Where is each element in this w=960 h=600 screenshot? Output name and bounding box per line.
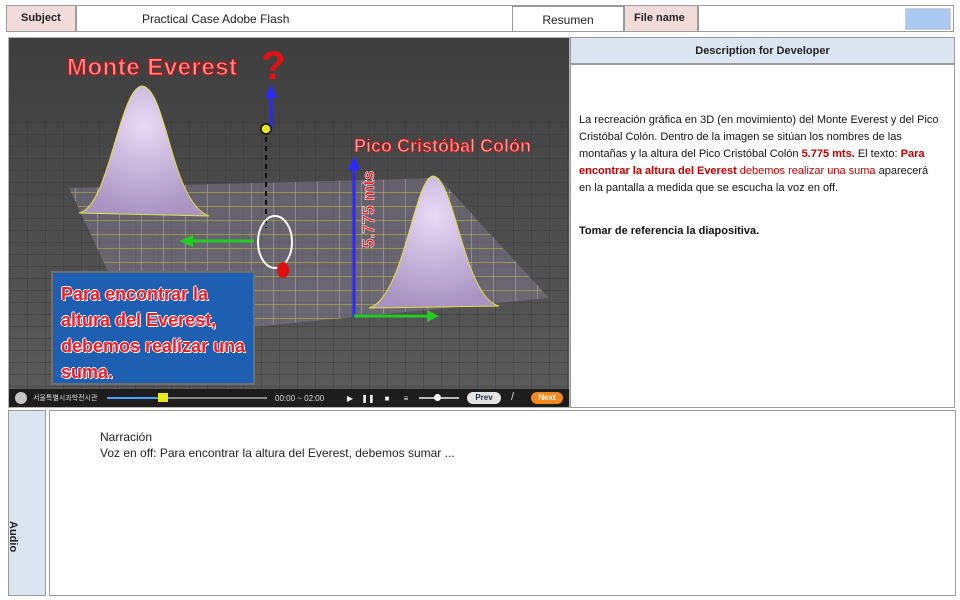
audio-label-cell: Audio	[7, 410, 46, 596]
prev-button[interactable]: Prev	[467, 392, 501, 404]
volume-handle[interactable]	[434, 394, 441, 401]
menu-icon[interactable]: ≡	[399, 389, 413, 407]
media-frame: Monte Everest ? Pico Cristóbal Colón 5.7…	[8, 37, 570, 408]
height-label: 5.775 mts	[359, 170, 379, 248]
org-name: 서울특별시과학전시관	[33, 395, 98, 402]
desc-height: 5.775 mts.	[801, 148, 855, 160]
resumen-button[interactable]: Resumen	[512, 6, 624, 32]
narration-line: Voz en off: Para encontrar la altura del…	[100, 446, 455, 460]
caption-text: Para encontrar la altura del Everest, de…	[61, 284, 246, 382]
time-readout: 00:00 ~ 02:00	[275, 393, 325, 403]
description-reference: Tomar de referencia la diapositiva.	[579, 225, 760, 237]
logo-icon	[15, 392, 27, 404]
filename-field[interactable]	[698, 5, 954, 32]
progress-fill	[107, 397, 163, 399]
description-text: La recreación gráfica en 3D (en movimien…	[579, 112, 941, 197]
next-button[interactable]: Next	[531, 392, 563, 404]
nav-separator: /	[511, 391, 515, 403]
play-icon[interactable]: ▶	[343, 389, 357, 407]
desc-quote2: debemos realizar una suma	[736, 165, 876, 177]
description-header: Description for Developer	[570, 37, 955, 64]
narration-title: Narración	[100, 430, 153, 444]
volume-slider[interactable]	[419, 394, 459, 401]
progress-handle[interactable]	[158, 393, 168, 402]
subject-value: Practical Case Adobe Flash	[142, 12, 290, 26]
filename-label: File name	[624, 5, 698, 32]
question-mark: ?	[261, 44, 286, 88]
player-bar: 서울특별시과학전시관 00:00 ~ 02:00 ▶ ❚❚ ■ ≡ Prev /…	[9, 389, 569, 407]
desc-part-b: El texto:	[854, 148, 901, 160]
audio-body: Narración Voz en off: Para encontrar la …	[49, 410, 956, 596]
stop-icon[interactable]: ■	[380, 389, 394, 407]
subject-label: Subject	[6, 5, 76, 32]
audio-label: Audio	[7, 521, 19, 553]
filename-chip	[905, 8, 951, 30]
cristobal-title: Pico Cristóbal Colón	[354, 136, 532, 157]
description-body: La recreación gráfica en 3D (en movimien…	[570, 64, 955, 408]
pause-icon[interactable]: ❚❚	[361, 389, 375, 407]
everest-title: Monte Everest	[67, 54, 238, 82]
progress-track[interactable]	[107, 393, 267, 402]
